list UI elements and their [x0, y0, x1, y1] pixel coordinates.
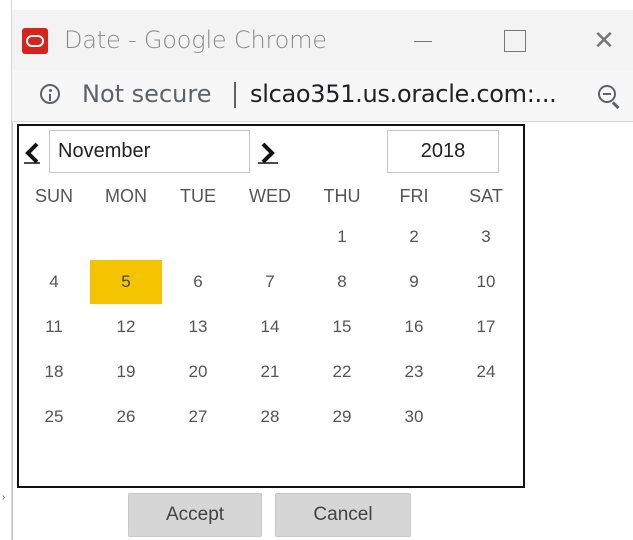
- close-button[interactable]: ✕: [584, 24, 624, 56]
- day-cell[interactable]: 22: [306, 350, 378, 394]
- cancel-button[interactable]: Cancel: [275, 493, 411, 537]
- weekday-label: TUE: [180, 186, 216, 206]
- day-cell[interactable]: 6: [162, 260, 234, 304]
- edge-mark: ›: [2, 492, 6, 503]
- year-input[interactable]: 2018: [387, 130, 499, 173]
- day-cell[interactable]: 20: [162, 350, 234, 394]
- day-cell[interactable]: 26: [90, 395, 162, 439]
- security-label[interactable]: Not secure: [82, 80, 211, 108]
- day-cell[interactable]: 29: [306, 395, 378, 439]
- day-cell-selected[interactable]: 5: [90, 260, 162, 304]
- day-cell[interactable]: 12: [90, 305, 162, 349]
- day-cell[interactable]: 13: [162, 305, 234, 349]
- day-cell[interactable]: 16: [378, 305, 450, 349]
- day-cell[interactable]: 27: [162, 395, 234, 439]
- day-cell[interactable]: 9: [378, 260, 450, 304]
- day-cell[interactable]: 10: [450, 260, 522, 304]
- weekday-label: SUN: [34, 186, 73, 206]
- day-cell[interactable]: 3: [450, 215, 522, 259]
- day-cell[interactable]: 21: [234, 350, 306, 394]
- day-cell[interactable]: 24: [450, 350, 522, 394]
- day-cell[interactable]: 28: [234, 395, 306, 439]
- accept-button[interactable]: Accept: [128, 493, 262, 537]
- day-cell[interactable]: 15: [306, 305, 378, 349]
- url-text[interactable]: slcao351.us.oracle.com:...: [250, 80, 557, 108]
- next-month-icon[interactable]: [256, 140, 282, 166]
- day-cell[interactable]: 17: [450, 305, 522, 349]
- day-cell[interactable]: 8: [306, 260, 378, 304]
- previous-month-icon[interactable]: [22, 140, 42, 166]
- weekday-label: SAT: [469, 186, 503, 206]
- background-page-edge: ›: [0, 0, 12, 540]
- zoom-icon[interactable]: [598, 85, 616, 103]
- weekday-label: FRI: [399, 186, 429, 206]
- day-cell[interactable]: 1: [306, 215, 378, 259]
- minimize-button[interactable]: [404, 24, 444, 56]
- maximize-button[interactable]: [494, 24, 534, 56]
- day-cell[interactable]: 19: [90, 350, 162, 394]
- day-cell[interactable]: 14: [234, 305, 306, 349]
- info-icon[interactable]: [40, 84, 60, 104]
- day-cell[interactable]: 7: [234, 260, 306, 304]
- title-bar: Date - Google Chrome ✕: [12, 10, 633, 70]
- oracle-logo-icon: [22, 28, 48, 54]
- day-cell[interactable]: 30: [378, 395, 450, 439]
- day-cell[interactable]: 4: [18, 260, 90, 304]
- day-cell[interactable]: 2: [378, 215, 450, 259]
- address-separator: [234, 82, 236, 108]
- weekday-label: MON: [105, 186, 147, 206]
- day-cell[interactable]: 25: [18, 395, 90, 439]
- window-title: Date - Google Chrome: [64, 26, 327, 54]
- day-cell[interactable]: 18: [18, 350, 90, 394]
- month-select[interactable]: November: [49, 130, 250, 173]
- day-cell[interactable]: 11: [18, 305, 90, 349]
- day-cell[interactable]: 23: [378, 350, 450, 394]
- weekday-label: THU: [323, 186, 361, 206]
- weekday-label: WED: [249, 186, 291, 206]
